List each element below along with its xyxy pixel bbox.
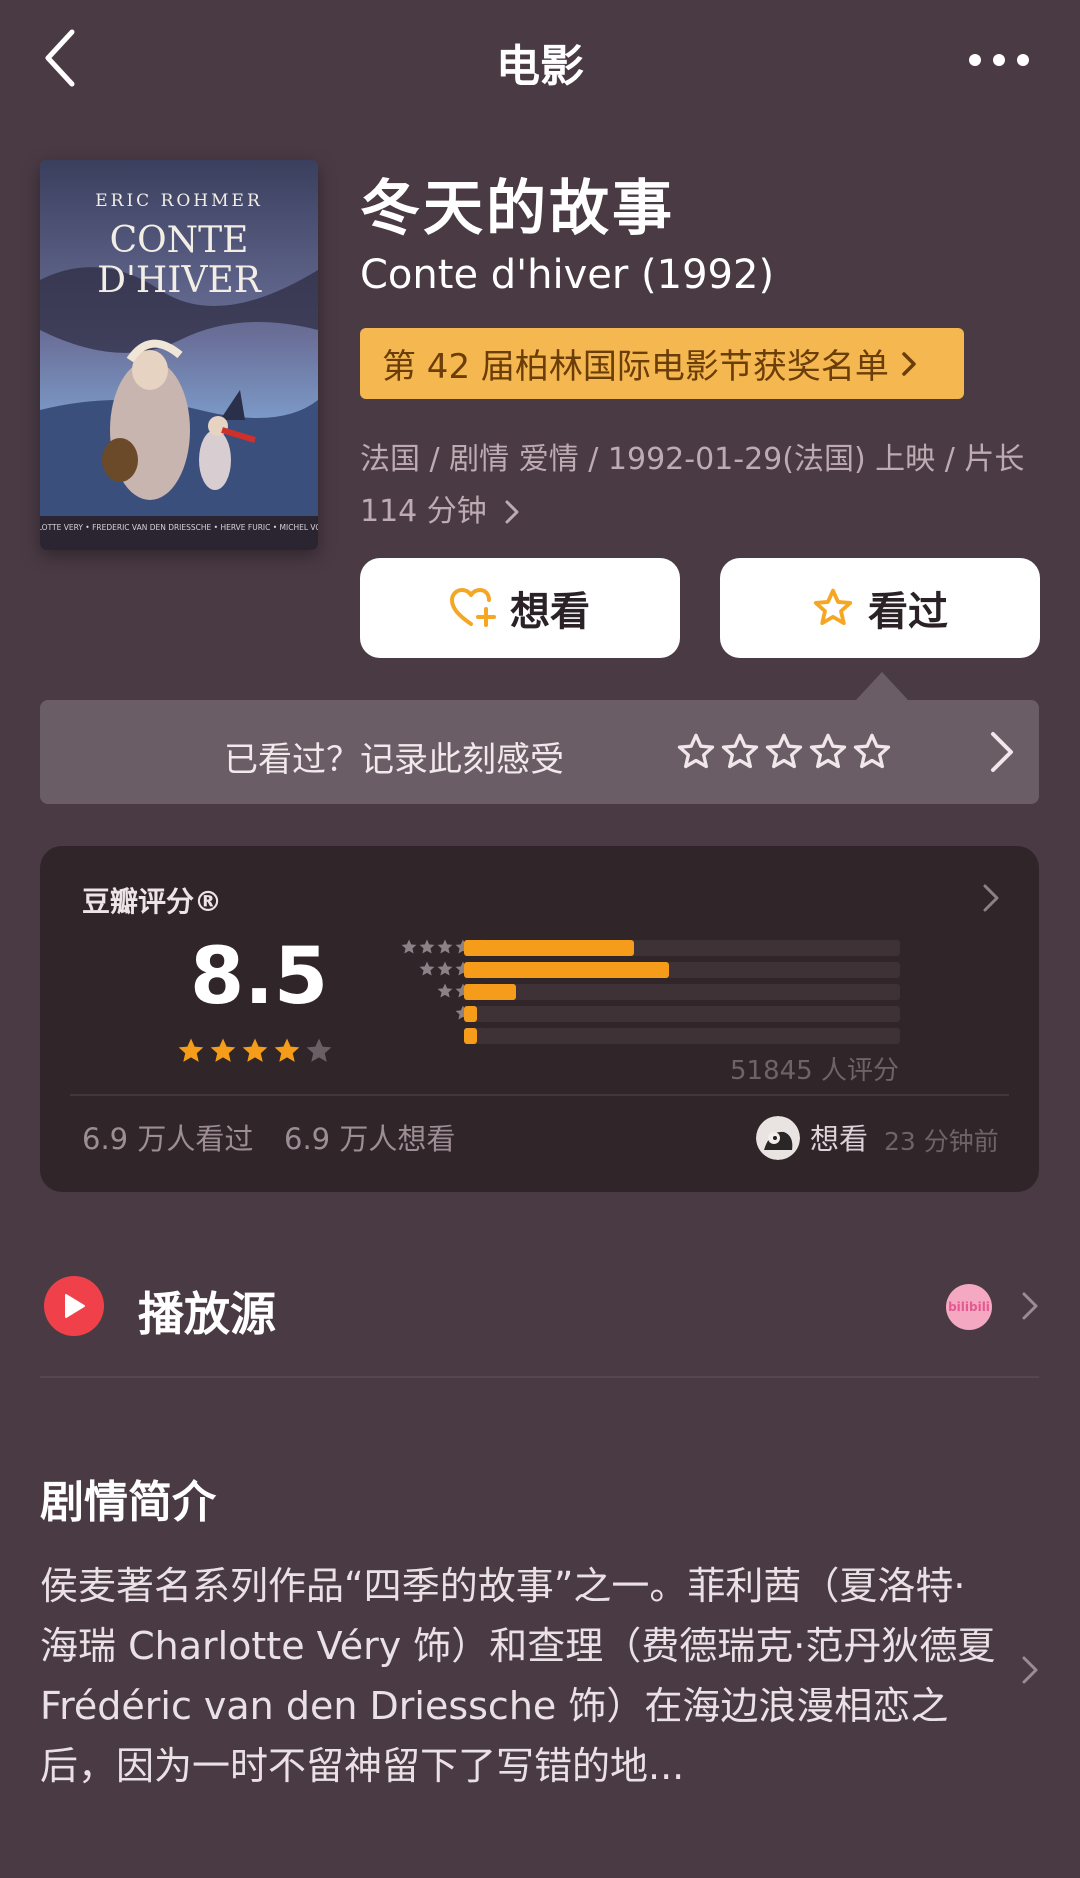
record-rating-strip[interactable]: 已看过？记录此刻感受 (40, 700, 1039, 804)
award-badge[interactable]: 第 42 届柏林国际电影节获奖名单 (360, 328, 964, 399)
distribution-bar-2 (464, 1006, 478, 1022)
heart-plus-icon (450, 588, 496, 627)
movie-title-original: Conte d'hiver (1992) (360, 252, 775, 298)
rating-stars (176, 1036, 334, 1066)
rating-star-icon (210, 1038, 236, 1062)
distribution-bar-1 (464, 1028, 478, 1044)
seen-count: 6.9 万人看过 (82, 1122, 254, 1156)
bilibili-icon-text: bilibili (948, 1300, 990, 1314)
small-star-icon (437, 961, 453, 976)
rating-score: 8.5 (190, 932, 329, 1022)
distribution-bar-track (464, 984, 900, 1000)
small-star-icon (419, 939, 435, 954)
want-count: 6.9 万人想看 (284, 1122, 456, 1156)
divider (70, 1094, 1009, 1096)
distribution-bar-track (464, 962, 900, 978)
award-text: 第 42 届柏林国际电影节获奖名单 (382, 347, 889, 387)
synopsis-text[interactable]: 侯麦著名系列作品“四季的故事”之一。菲利茜（夏洛特·海瑞 Charlotte V… (40, 1556, 1000, 1796)
bilibili-icon[interactable]: bilibili (946, 1284, 992, 1330)
distribution-bar-track (464, 940, 900, 956)
chevron-right-icon (983, 884, 999, 912)
friend-time: 23 分钟前 (884, 1127, 999, 1156)
page-title: 电影 (496, 41, 584, 92)
small-star-icon (401, 939, 417, 954)
distribution-bar-3 (464, 984, 517, 1000)
poster-credits: CHARLOTTE VERY • FREDERIC VAN DEN DRIESS… (40, 523, 318, 532)
watched-label: 看过 (868, 589, 948, 635)
movie-poster[interactable]: ERIC ROHMER CONTE D'HIVER CHARLOTTE VERY… (40, 160, 318, 550)
strip-pointer (856, 672, 908, 700)
chevron-right-icon (991, 732, 1013, 772)
rate-star-icon[interactable] (808, 732, 848, 772)
movie-meta[interactable]: 法国 / 剧情 爱情 / 1992-01-29(法国) 上映 / 片长 114 … (360, 434, 1050, 538)
rate-star-icon[interactable] (676, 732, 716, 772)
small-star-icon (419, 961, 435, 976)
distribution-bar-5 (464, 940, 635, 956)
chevron-right-icon[interactable] (1020, 1654, 1040, 1686)
play-icon[interactable] (44, 1276, 104, 1336)
poster-director: ERIC ROHMER (95, 191, 263, 211)
want-to-watch-label: 想看 (510, 589, 590, 635)
rating-star-icon (274, 1038, 300, 1062)
distribution-bar-track (464, 1006, 900, 1022)
movie-title-chinese: 冬天的故事 (360, 174, 675, 244)
small-star-icon (437, 939, 453, 954)
friend-avatar[interactable] (756, 1116, 800, 1160)
more-icon[interactable] (966, 40, 1032, 80)
rating-star-icon (178, 1038, 204, 1062)
record-prompt: 已看过？记录此刻感受 (224, 740, 564, 780)
synopsis-title: 剧情简介 (40, 1477, 216, 1528)
divider (40, 1376, 1039, 1378)
star-outline-icon (813, 588, 853, 626)
small-star-icon (437, 983, 453, 998)
play-source-title[interactable]: 播放源 (138, 1278, 276, 1344)
rating-count: 51845 人评分 (730, 1056, 899, 1086)
rating-star-icon (242, 1038, 268, 1062)
rating-star-icon (306, 1038, 332, 1062)
distribution-bar-4 (464, 962, 669, 978)
rating-source-label: 豆瓣评分® (82, 885, 223, 918)
chevron-right-icon (902, 351, 916, 376)
rate-star-icon[interactable] (852, 732, 892, 772)
rate-star-icon[interactable] (720, 732, 760, 772)
rating-distribution-bars (464, 940, 900, 1050)
rate-stars[interactable] (676, 732, 892, 772)
want-to-watch-button[interactable]: 想看 (360, 558, 680, 658)
watched-button[interactable]: 看过 (720, 558, 1040, 658)
poster-title-line2: D'HIVER (97, 260, 262, 301)
chevron-right-icon (505, 500, 519, 524)
rate-star-icon[interactable] (764, 732, 804, 772)
poster-title-line1: CONTE (110, 220, 249, 261)
chevron-right-icon[interactable] (1020, 1290, 1040, 1322)
distribution-bar-track (464, 1028, 900, 1044)
friend-action: 想看 (810, 1122, 869, 1156)
movie-meta-text: 法国 / 剧情 爱情 / 1992-01-29(法国) 上映 / 片长 114 … (360, 442, 1025, 529)
rating-card[interactable]: 豆瓣评分® 8.5 51845 人评分 6.9 万人看过 6.9 万人想看 想看… (40, 846, 1039, 1192)
